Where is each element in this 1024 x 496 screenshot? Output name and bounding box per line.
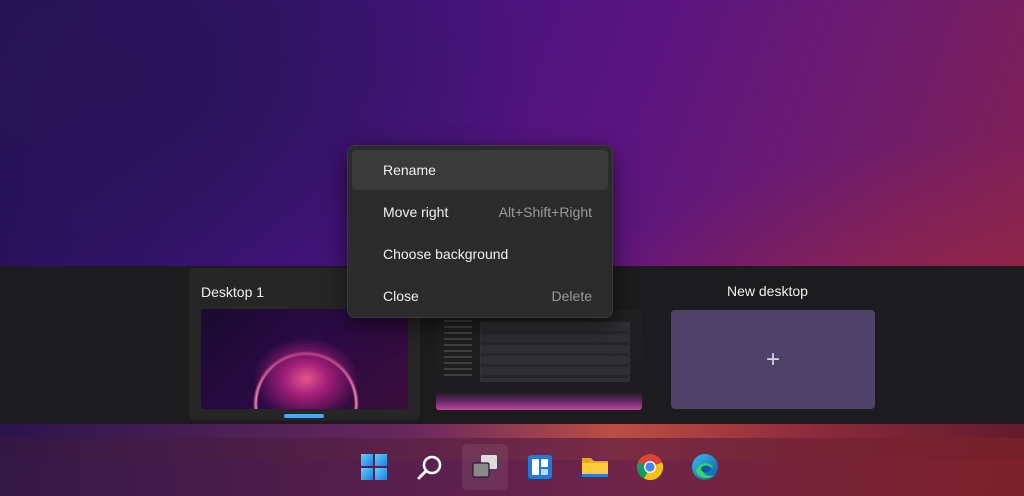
edge-icon: [692, 454, 718, 480]
new-desktop-label: New desktop: [727, 283, 808, 299]
task-view-button[interactable]: [462, 444, 508, 490]
task-view-icon: [472, 455, 497, 478]
taskbar: [0, 438, 1024, 496]
file-explorer-icon: [582, 458, 608, 477]
new-desktop-button[interactable]: +: [671, 310, 875, 409]
chrome-icon: [636, 454, 664, 481]
desktop-1-thumbnail[interactable]: [201, 309, 408, 409]
widgets-button[interactable]: [517, 444, 563, 490]
plus-icon: +: [765, 345, 780, 373]
active-desktop-indicator: [284, 414, 324, 418]
chrome-button[interactable]: [627, 444, 673, 490]
desktop-1-label: Desktop 1: [201, 284, 265, 300]
menu-item-move-right[interactable]: Move right Alt+Shift+Right: [352, 192, 608, 232]
file-explorer-button[interactable]: [572, 444, 618, 490]
search-button[interactable]: [407, 444, 453, 490]
window-preview-content: [480, 322, 630, 382]
desktop-2-thumbnail[interactable]: [436, 310, 642, 410]
menu-item-label: Rename: [383, 162, 436, 178]
menu-item-label: Move right: [383, 204, 449, 220]
menu-item-shortcut: Alt+Shift+Right: [498, 204, 592, 220]
menu-item-label: Choose background: [383, 246, 509, 262]
menu-item-rename[interactable]: Rename: [352, 150, 608, 190]
menu-item-shortcut: Delete: [551, 288, 592, 304]
search-icon: [417, 455, 442, 480]
desktop-context-menu: Rename Move right Alt+Shift+Right Choose…: [347, 145, 613, 318]
window-preview-sidebar: [444, 320, 472, 376]
widgets-icon: [528, 455, 552, 479]
start-button[interactable]: [351, 444, 397, 490]
menu-item-label: Close: [383, 288, 419, 304]
start-icon: [361, 454, 387, 480]
menu-item-choose-background[interactable]: Choose background: [352, 234, 608, 274]
edge-button[interactable]: [682, 444, 728, 490]
menu-item-close[interactable]: Close Delete: [352, 276, 608, 316]
